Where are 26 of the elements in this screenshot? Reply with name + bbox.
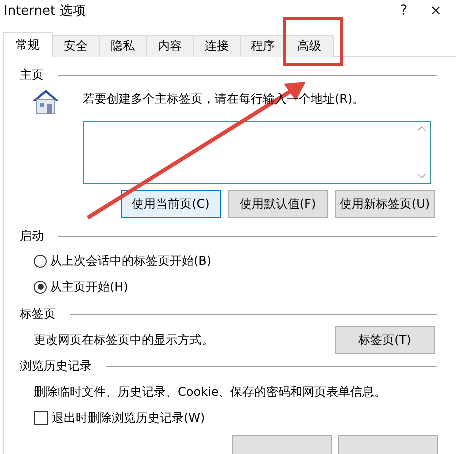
section-heading: 浏览历史记录 <box>20 358 92 374</box>
tab[interactable]: 内容 <box>146 35 194 57</box>
tab[interactable]: 常规 <box>3 32 53 57</box>
radio-option[interactable]: 从上次会话中的标签页开始(B) <box>34 248 456 274</box>
tab[interactable]: 连接 <box>193 35 241 57</box>
push-button[interactable]: 使用当前页(C) <box>121 190 221 218</box>
section-heading: 主页 <box>20 66 44 84</box>
push-button[interactable]: 使用新标签页(U) <box>335 190 435 218</box>
tab[interactable]: 隐私 <box>99 35 147 57</box>
description-text: 更改网页在标签页中的显示方式。 <box>34 332 214 348</box>
help-button[interactable]: ? <box>388 3 420 19</box>
option-label: 从上次会话中的标签页开始(B) <box>50 252 212 270</box>
description-text: 删除临时文件、历史记录、Cookie、保存的密码和网页表单信息。 <box>34 385 387 399</box>
section-heading: 标签页 <box>20 306 56 322</box>
radio-option[interactable]: 从主页开始(H) <box>34 274 456 300</box>
option-label: 退出时删除浏览历史记录(W) <box>52 410 206 426</box>
push-button[interactable]: 标签页(T) <box>335 326 435 354</box>
checkbox-option[interactable]: 退出时删除浏览历史记录(W) <box>34 405 456 431</box>
section-heading: 启动 <box>20 228 44 244</box>
tab[interactable]: 安全 <box>52 35 100 57</box>
tab[interactable]: 高级 <box>285 35 334 57</box>
option-label: 从主页开始(H) <box>50 278 128 296</box>
window-title: Internet 选项 <box>4 3 87 20</box>
push-button[interactable]: 使用默认值(F) <box>228 190 328 218</box>
close-button[interactable]: × <box>420 3 452 19</box>
tab[interactable]: 程序 <box>240 35 286 57</box>
